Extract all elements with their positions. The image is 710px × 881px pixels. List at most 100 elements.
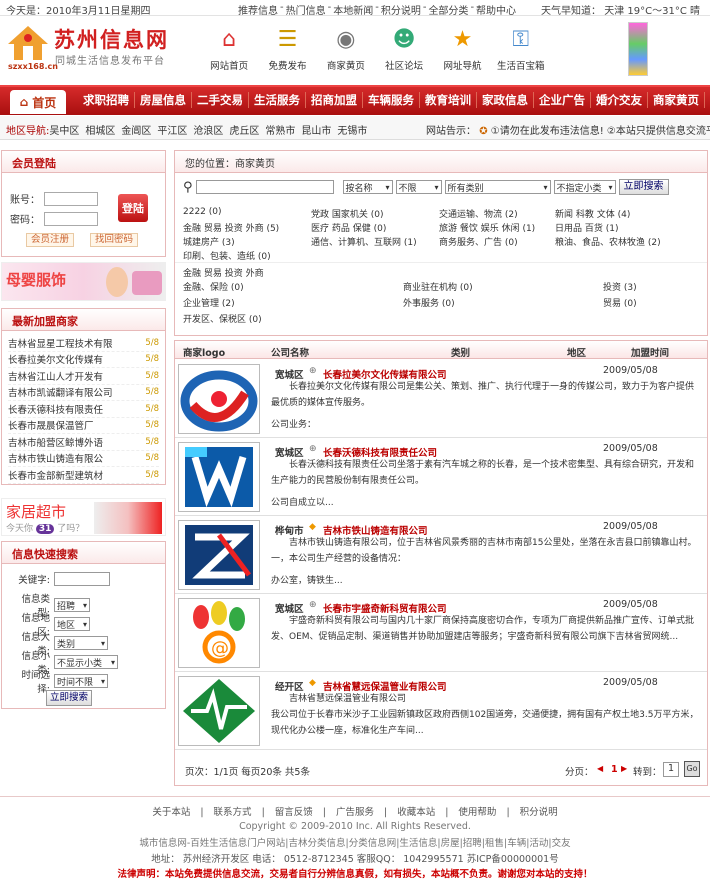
merchant-link[interactable]: 长春沃德科技有限责任: [8, 402, 128, 416]
category-link[interactable]: 粮油、食品、农林牧渔 (2): [555, 235, 661, 248]
footer-link[interactable]: 广告服务: [331, 807, 379, 818]
merchant-link[interactable]: 吉林省江山人才开发有: [8, 369, 128, 383]
sort-select[interactable]: 按名称: [342, 180, 393, 194]
icon-nav-item[interactable]: ◉ 商家黄页: [317, 20, 375, 80]
district-link[interactable]: 常熟市: [265, 126, 295, 137]
top-link[interactable]: 本地新闻: [333, 2, 373, 17]
top-link[interactable]: 推荐信息: [238, 2, 278, 17]
account-input[interactable]: [44, 191, 98, 206]
merchant-link[interactable]: 长春市金部新型建筑材: [8, 468, 128, 482]
main-nav-item[interactable]: 家政信息: [477, 92, 534, 108]
list-item[interactable]: 长春市晟晨保温管厂 5/8: [8, 418, 159, 434]
main-nav-item[interactable]: 招商加盟: [306, 92, 363, 108]
subcategory-link[interactable]: 商业驻在机构 (0): [403, 280, 473, 293]
list-item[interactable]: 长春拉美尔文化传媒有 5/8: [8, 352, 159, 368]
nav-home[interactable]: ⌂ 首页: [10, 90, 66, 114]
top-link[interactable]: 热门信息: [286, 2, 326, 17]
login-button[interactable]: 登陆: [118, 194, 148, 222]
district-link[interactable]: 吴中区: [49, 126, 79, 137]
quick-search-button[interactable]: 立即搜索: [46, 690, 92, 706]
footer-link[interactable]: 使用帮助: [453, 807, 501, 818]
district-link[interactable]: 沧浪区: [193, 126, 223, 137]
category-link[interactable]: 交通运输、物流 (2): [439, 207, 518, 220]
table-row[interactable]: 宽城区 ⊕ 长春沃德科技有限责任公司 2009/05/08 长春沃德科技有限责任公司坐落…: [175, 439, 707, 516]
icon-nav-item[interactable]: ⚿ 生活百宝箱: [492, 20, 550, 80]
merchant-link[interactable]: 吉林市船营区鲸博外语: [8, 435, 128, 449]
main-nav-item[interactable]: 生活服务: [249, 92, 306, 108]
list-item[interactable]: 吉林省显星工程技术有限 5/8: [8, 335, 159, 352]
merchant-logo[interactable]: @: [178, 598, 260, 668]
merchant-link[interactable]: 吉林市凯诚翻译有限公司: [8, 385, 128, 399]
forgot-password-button[interactable]: 找回密码: [90, 233, 139, 247]
keyword-input[interactable]: [54, 572, 110, 586]
top-link[interactable]: 全部分类: [428, 2, 468, 17]
subcategory-link[interactable]: 贸易 (0): [603, 296, 637, 309]
top-link[interactable]: 帮助中心: [476, 2, 516, 17]
category-link[interactable]: 通信、计算机、互联网 (1): [311, 235, 417, 248]
search-input[interactable]: [195, 180, 334, 194]
main-nav-item[interactable]: 求职招聘: [78, 92, 135, 108]
category-link[interactable]: 医疗 药品 保健 (0): [311, 221, 386, 234]
district-link[interactable]: 平江区: [157, 126, 187, 137]
icon-nav-item[interactable]: ☻ 社区论坛: [375, 20, 433, 80]
district-link[interactable]: 金阊区: [121, 126, 151, 137]
main-nav-item[interactable]: 车辆服务: [363, 92, 420, 108]
last-page-icon[interactable]: ▶: [621, 764, 627, 773]
merchant-logo[interactable]: [178, 364, 260, 434]
subcategory-link[interactable]: 投资 (3): [603, 280, 637, 293]
district-link[interactable]: 无锡市: [337, 126, 367, 137]
icon-nav-item[interactable]: ★ 网址导航: [433, 20, 491, 80]
district-link[interactable]: 相城区: [85, 126, 115, 137]
register-button[interactable]: 会员注册: [26, 233, 75, 247]
main-nav-item[interactable]: 商家黄页: [648, 92, 705, 108]
merchant-logo[interactable]: [178, 676, 260, 746]
search-button[interactable]: 立即搜索: [618, 179, 669, 195]
district-link[interactable]: 昆山市: [301, 126, 331, 137]
list-item[interactable]: 吉林市铁山铸造有限公 5/8: [8, 451, 159, 467]
merchant-logo[interactable]: [178, 442, 260, 512]
merchant-link[interactable]: 长春拉美尔文化传媒有: [8, 352, 128, 366]
main-nav-item[interactable]: 婚介交友: [591, 92, 648, 108]
subcategory-link[interactable]: 开发区、保税区 (0): [183, 312, 262, 325]
category-link[interactable]: 金融 贸易 投资 外商 (5): [183, 221, 279, 234]
table-row[interactable]: @ 宽城区 ⊕ 长春市宇盛奇新科贸有限公司 2009/05/08 宇盛奇新科贸有限公司与国…: [175, 595, 707, 672]
category-link[interactable]: 城建房产 (3): [183, 235, 235, 248]
limit-select[interactable]: 不限: [395, 180, 442, 194]
district-link[interactable]: 虎丘区: [229, 126, 259, 137]
merchant-logo[interactable]: [178, 520, 260, 590]
footer-link[interactable]: 留言反馈: [270, 807, 318, 818]
site-logo[interactable]: 苏州信息网 同城生活信息发布平台 szxx168.cn: [4, 22, 184, 76]
category-select[interactable]: 所有类别: [444, 180, 551, 194]
table-row[interactable]: 宽城区 ⊕ 长春拉美尔文化传媒有限公司 2009/05/08 长春拉美尔文化传媒有限公司…: [175, 361, 707, 438]
go-button[interactable]: Go: [684, 761, 700, 777]
merchant-link[interactable]: 吉林省显星工程技术有限: [8, 336, 128, 350]
list-item[interactable]: 吉林市船营区鲸博外语 5/8: [8, 434, 159, 451]
page-input[interactable]: 1: [663, 762, 679, 777]
main-nav-item[interactable]: 二手交易: [192, 92, 249, 108]
category-link[interactable]: 2222 (0): [183, 207, 222, 217]
main-nav-item[interactable]: 教育培训: [420, 92, 477, 108]
footer-link[interactable]: 联系方式: [209, 807, 257, 818]
category-link[interactable]: 印刷、包装、造纸 (0): [183, 249, 271, 262]
current-page[interactable]: 1: [611, 764, 618, 775]
footer-link[interactable]: 收藏本站: [392, 807, 440, 818]
merchant-link[interactable]: 长春市晟晨保温管厂: [8, 418, 128, 432]
ad-banner-baby[interactable]: 母婴服饰: [1, 262, 166, 301]
footer-link[interactable]: 积分说明: [515, 807, 563, 818]
top-link[interactable]: 积分说明: [381, 2, 421, 17]
time-select[interactable]: 时间不限: [54, 674, 108, 688]
subcategory-link[interactable]: 金融、保险 (0): [183, 280, 244, 293]
subcategory-link[interactable]: 外事服务 (0): [403, 296, 455, 309]
ad-banner-home[interactable]: 家居超市 今天你 31 了吗？: [1, 498, 166, 536]
category-link[interactable]: 旅游 餐饮 娱乐 休闲 (1): [439, 221, 535, 234]
password-input[interactable]: [44, 211, 98, 226]
list-item[interactable]: 吉林省江山人才开发有 5/8: [8, 368, 159, 385]
merchant-link[interactable]: 吉林市铁山铸造有限公: [8, 451, 128, 465]
category-link[interactable]: 新闻 科教 文体 (4): [555, 207, 630, 220]
main-nav-item[interactable]: 房屋信息: [135, 92, 192, 108]
category-link[interactable]: 日用品 百货 (1): [555, 221, 618, 234]
category-group-title[interactable]: 金融 贸易 投资 外商: [183, 266, 264, 279]
subcategory-select[interactable]: 不指定小类: [553, 180, 616, 194]
list-item[interactable]: 长春沃德科技有限责任 5/8: [8, 401, 159, 418]
list-item[interactable]: 长春市金部新型建筑材 5/8: [8, 467, 159, 484]
